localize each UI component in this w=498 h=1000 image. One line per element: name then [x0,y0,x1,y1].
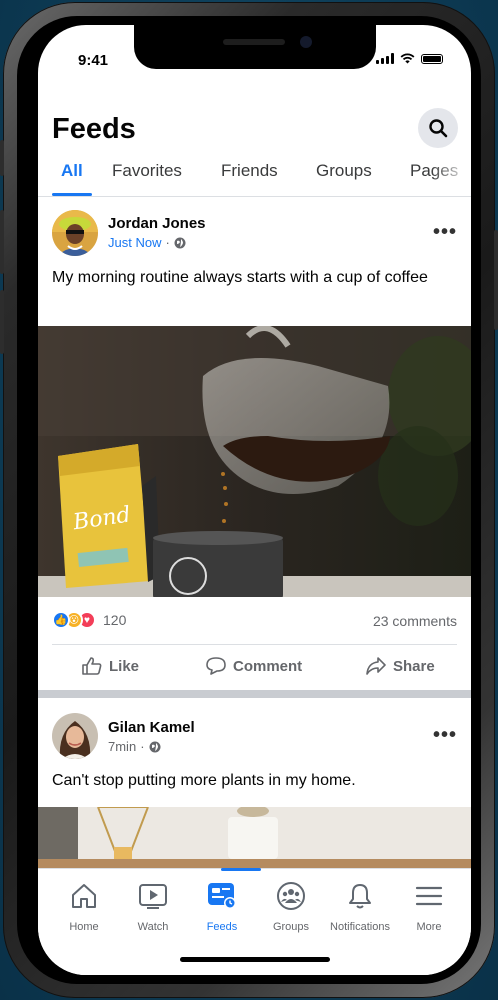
home-indicator[interactable] [180,957,330,962]
thumbs-up-icon [82,657,102,675]
tab-watch[interactable]: Watch [118,879,188,933]
search-button[interactable] [418,108,458,148]
comments-count[interactable]: 23 comments [373,613,457,629]
tab-favorites[interactable]: Favorites [112,161,182,181]
comment-icon [206,657,226,675]
home-icon [72,884,96,908]
post-time: Just Now [108,235,162,250]
search-icon [429,119,448,138]
globe-icon [174,237,186,248]
post-text: My morning routine always starts with a … [52,269,428,286]
page-title: Feeds [52,113,136,145]
globe-icon [149,741,161,752]
divider [52,644,457,645]
post-meta: 7min · [108,739,161,754]
tab-active-indicator [221,868,261,871]
side-button [0,290,4,354]
tab-more[interactable]: More [394,879,464,933]
post-time: 7min [108,739,137,754]
post-text: Can't stop putting more plants in my hom… [52,772,356,789]
phone-screen: 9:41 Feeds All Favorites Friends Groups [38,25,471,975]
tab-notifications[interactable]: Notifications [325,879,395,933]
post-author[interactable]: Gilan Kamel [108,719,195,736]
tab-friends[interactable]: Friends [221,161,278,181]
divider [38,196,471,197]
like-reaction-icon: 👍 [52,611,70,629]
menu-icon [415,886,443,906]
tab-all[interactable]: All [61,161,83,181]
status-time: 9:41 [78,52,109,69]
avatar[interactable] [52,713,98,759]
signal-icon [376,53,394,64]
comment-button[interactable]: Comment [206,657,302,675]
share-icon [366,657,386,675]
reactions-summary[interactable]: 👍 😮 ♥ 120 [52,611,126,629]
feed-tabs: All Favorites Friends Groups Pages [38,155,471,196]
post-options-button[interactable]: ••• [433,221,457,244]
battery-icon [421,54,443,64]
bell-icon [349,884,371,909]
post-separator [38,690,471,698]
feeds-icon [208,883,236,909]
groups-icon [277,882,305,910]
notch [134,25,376,69]
post-image[interactable] [38,807,471,869]
share-button[interactable]: Share [366,657,435,675]
tab-groups[interactable]: Groups [256,879,326,933]
like-button[interactable]: Like [82,657,139,675]
post-options-button[interactable]: ••• [433,724,457,747]
side-button [0,210,4,274]
tab-home[interactable]: Home [49,879,119,933]
avatar[interactable] [52,210,98,256]
post-author[interactable]: Jordan Jones [108,215,206,232]
tab-feeds[interactable]: Feeds [187,879,257,933]
side-button [494,230,498,330]
post-image[interactable]: Bond [38,326,471,597]
side-button [0,140,4,176]
reaction-count: 120 [103,612,127,628]
watch-icon [139,884,167,909]
wifi-icon [400,53,415,64]
post-meta: Just Now · [108,235,186,250]
tab-groups[interactable]: Groups [316,161,372,181]
